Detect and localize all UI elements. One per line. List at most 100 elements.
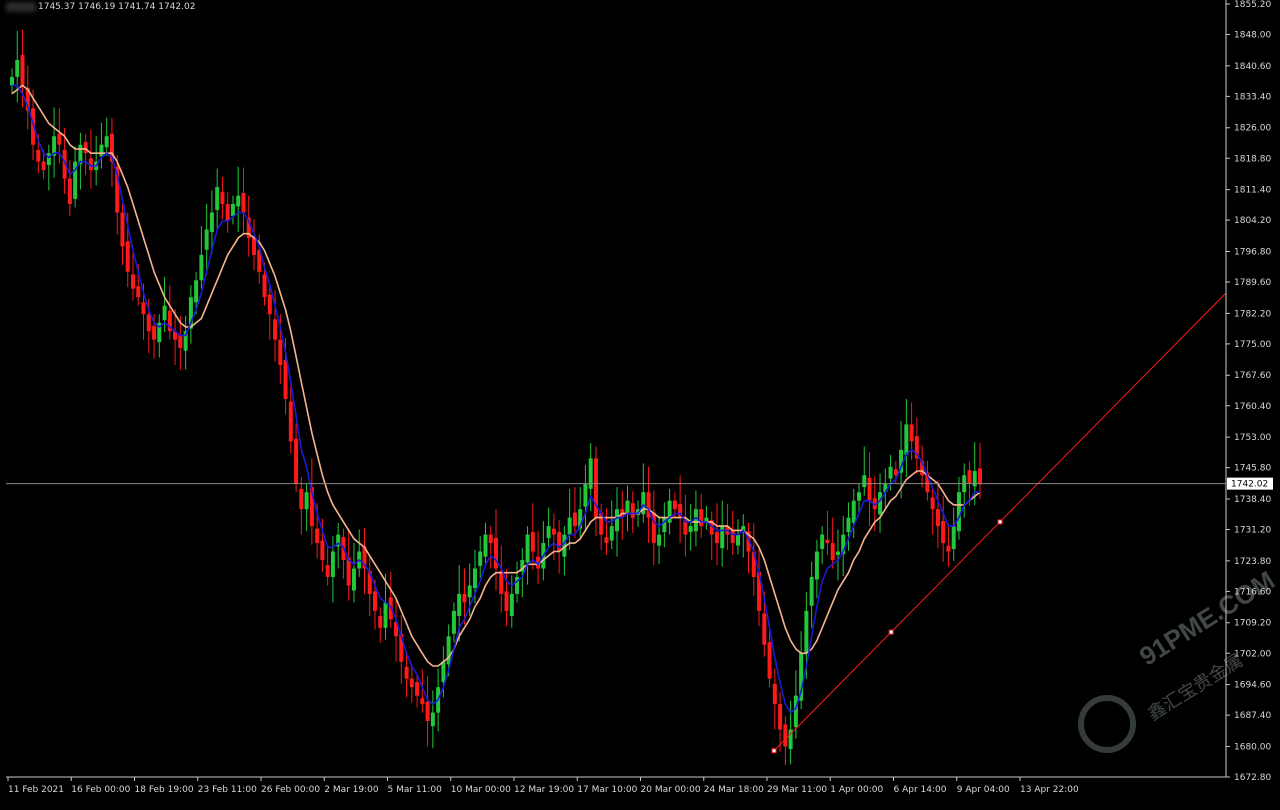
- candle-body: [478, 551, 483, 566]
- candle-body: [857, 492, 861, 501]
- candle-body: [409, 678, 414, 688]
- candle-body: [904, 424, 909, 455]
- candle-body: [215, 187, 220, 210]
- candle-body: [657, 534, 662, 546]
- candle-body: [36, 149, 41, 162]
- y-tick-label: 1782.20: [1234, 309, 1271, 319]
- candle-body: [278, 339, 283, 366]
- candle-body: [714, 532, 719, 544]
- y-tick-label: 1672.80: [1234, 773, 1271, 783]
- candle-body: [472, 568, 477, 588]
- candle-body: [225, 204, 230, 221]
- candle-body: [15, 59, 20, 77]
- candle-body: [230, 204, 235, 216]
- candle-body: [10, 76, 14, 86]
- candle-body: [294, 438, 299, 484]
- candle-body: [136, 286, 141, 298]
- y-tick-label: 1767.60: [1234, 371, 1271, 381]
- candle-body: [567, 517, 572, 535]
- candle-body: [404, 666, 409, 679]
- candle-body: [504, 591, 509, 611]
- y-tick-label: 1855.20: [1234, 0, 1271, 10]
- candle-body: [304, 492, 309, 510]
- trendline-anchor: [771, 748, 777, 754]
- candle-body: [720, 526, 725, 549]
- candle-body: [120, 212, 125, 247]
- candle-body: [820, 534, 825, 549]
- candle-body: [630, 503, 635, 518]
- candle-body: [615, 509, 619, 532]
- trendline-anchor: [888, 629, 894, 635]
- y-tick-label: 1811.40: [1234, 186, 1271, 196]
- candle-body: [83, 142, 88, 154]
- candle-body: [593, 458, 598, 518]
- candle-body: [451, 610, 456, 634]
- candle-body: [509, 593, 514, 616]
- candle-body: [67, 178, 72, 205]
- candle-body: [131, 274, 135, 289]
- candle-body: [415, 682, 420, 696]
- x-tick-label: 11 Feb 2021: [8, 785, 64, 795]
- candle-body: [220, 192, 225, 205]
- candle-body: [835, 551, 840, 555]
- y-tick-label: 1738.40: [1234, 495, 1271, 505]
- symbol-label-blurred: [6, 2, 36, 12]
- y-tick-label: 1723.80: [1234, 557, 1271, 567]
- trendline-anchor: [997, 519, 1003, 525]
- candle-body: [851, 500, 856, 523]
- x-tick-label: 23 Feb 11:00: [198, 785, 257, 795]
- candle-body: [772, 683, 777, 705]
- x-tick-label: 16 Feb 00:00: [71, 785, 130, 795]
- candle-body: [204, 229, 209, 250]
- y-tick-label: 1848.00: [1234, 31, 1271, 41]
- watermark: 91PME.COM 鑫汇宝贵金属: [1078, 565, 1280, 760]
- current-price-label: 1742.02: [1231, 480, 1268, 490]
- watermark-logo-icon: [1078, 695, 1136, 753]
- x-tick-label: 18 Feb 19:00: [135, 785, 194, 795]
- candle-body: [146, 314, 151, 332]
- candle-body: [273, 319, 278, 340]
- chart-window[interactable]: 1855.20 1848.00 1840.60 1833.40 1826.00 1818.…: [0, 0, 1280, 810]
- candle-body: [730, 529, 735, 544]
- candle-body: [814, 551, 819, 580]
- candle-body: [625, 500, 630, 513]
- candle-body: [420, 698, 425, 705]
- x-tick-label: 13 Apr 22:00: [1020, 785, 1079, 795]
- candle-body: [178, 334, 183, 349]
- candle-body: [283, 359, 288, 399]
- y-tick-label: 1804.20: [1234, 216, 1271, 226]
- candle-body: [699, 509, 704, 527]
- candle-body: [457, 593, 462, 616]
- x-tick-label: 29 Mar 11:00: [767, 785, 827, 795]
- x-tick-label: 6 Apr 14:00: [894, 785, 947, 795]
- candle-body: [467, 585, 472, 598]
- x-tick-label: 9 Apr 04:00: [957, 785, 1010, 795]
- candle-body: [499, 571, 504, 594]
- candle-body: [236, 195, 241, 207]
- x-tick-label: 24 Mar 18:00: [704, 785, 764, 795]
- candle-body: [767, 642, 772, 679]
- x-tick-label: 17 Mar 10:00: [577, 785, 637, 795]
- candle-body: [483, 534, 488, 557]
- candle-body: [20, 54, 25, 86]
- candle-body: [946, 545, 951, 552]
- y-tick-label: 1731.20: [1234, 526, 1271, 536]
- y-tick-label: 1818.80: [1234, 154, 1271, 164]
- candle-body: [867, 477, 872, 501]
- candle-body: [141, 302, 146, 315]
- candle-body: [446, 636, 451, 665]
- candle-body: [688, 526, 693, 533]
- y-tick-label: 1796.80: [1234, 247, 1271, 257]
- y-tick-label: 1840.60: [1234, 62, 1271, 72]
- candle-body: [672, 500, 677, 510]
- candle-body: [736, 534, 740, 546]
- candle-body: [462, 593, 467, 603]
- candle-body: [846, 517, 851, 533]
- candle-body: [267, 294, 272, 315]
- candle-body: [930, 497, 935, 510]
- candle-body: [199, 254, 204, 281]
- candle-body: [383, 602, 388, 628]
- candle-body: [46, 153, 51, 166]
- y-tick-label: 1775.00: [1234, 340, 1271, 350]
- candle-body: [956, 492, 961, 532]
